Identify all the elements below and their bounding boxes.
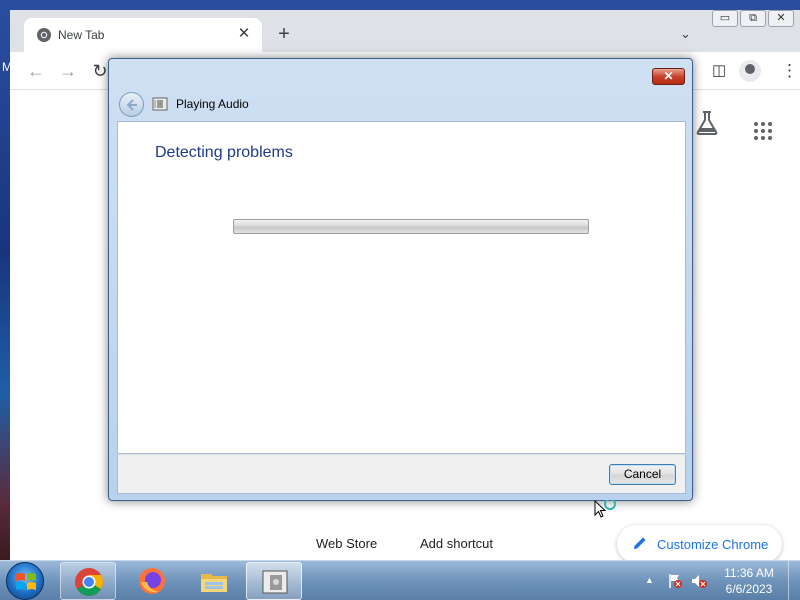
volume-muted-icon[interactable]: [691, 573, 707, 589]
labs-flask-icon[interactable]: [696, 110, 718, 136]
dialog-title: Playing Audio: [176, 97, 249, 111]
clock-time: 11:36 AM: [724, 566, 774, 580]
shortcut-add-shortcut[interactable]: Add shortcut: [420, 536, 493, 551]
chrome-menu-icon[interactable]: ⋮: [781, 61, 798, 81]
taskbar-file-explorer[interactable]: [186, 562, 242, 600]
troubleshooter-icon: [262, 570, 288, 594]
detection-progress-bar: [233, 219, 589, 234]
start-button[interactable]: [6, 562, 44, 600]
pencil-icon: [634, 537, 646, 549]
taskbar-chrome[interactable]: [60, 562, 116, 600]
taskbar-troubleshooter[interactable]: [246, 562, 302, 600]
back-arrow-icon: [126, 99, 137, 111]
customize-chrome-label: Customize Chrome: [657, 537, 769, 552]
window-close-icon[interactable]: ✕: [768, 10, 794, 27]
dialog-footer: Cancel: [117, 454, 686, 494]
firefox-icon: [139, 568, 165, 594]
chrome-icon: [75, 568, 103, 596]
google-apps-icon[interactable]: [754, 122, 774, 142]
file-explorer-icon: [201, 574, 227, 592]
reload-icon[interactable]: ↻: [90, 61, 110, 81]
minimize-icon[interactable]: ▭: [712, 10, 738, 27]
show-hidden-icons[interactable]: ▲: [645, 575, 654, 585]
side-panel-icon[interactable]: ◫: [712, 61, 726, 79]
tab-close-icon[interactable]: ✕: [234, 24, 254, 44]
dialog-content: Detecting problems: [117, 121, 686, 454]
tab-strip: New Tab ✕ + ⌄ ▭ ⧉ ✕: [10, 10, 800, 52]
restore-icon[interactable]: ⧉: [740, 10, 766, 27]
tab-title: New Tab: [58, 28, 105, 42]
windows-logo-icon: [16, 573, 36, 590]
dialog-heading: Detecting problems: [155, 144, 293, 161]
taskbar-clock[interactable]: 11:36 AM 6/6/2023: [714, 565, 784, 597]
shortcut-web-store[interactable]: Web Store: [316, 536, 377, 551]
window-controls: ▭ ⧉ ✕: [712, 10, 794, 28]
chrome-favicon-icon: [37, 28, 51, 42]
customize-chrome-button[interactable]: Customize Chrome: [617, 525, 782, 563]
troubleshooter-dialog: ✕ Playing Audio Detecting problems Cance…: [108, 58, 693, 501]
show-desktop-button[interactable]: [788, 561, 800, 600]
new-tab-button[interactable]: +: [274, 24, 294, 44]
dialog-close-button[interactable]: ✕: [652, 68, 685, 85]
troubleshooter-icon: [152, 97, 168, 111]
mouse-cursor-icon: [594, 500, 616, 518]
dialog-back-button[interactable]: [119, 92, 144, 117]
profile-avatar-icon[interactable]: [739, 60, 761, 82]
clock-date: 6/6/2023: [725, 582, 773, 596]
action-center-flag-icon[interactable]: [667, 573, 683, 589]
tab-new-tab[interactable]: New Tab ✕: [24, 18, 262, 52]
tab-search-icon[interactable]: ⌄: [680, 26, 696, 42]
cancel-button[interactable]: Cancel: [609, 464, 676, 485]
taskbar: ▲ 11:36 AM 6/6/2023: [0, 560, 800, 600]
taskbar-firefox[interactable]: [124, 562, 180, 600]
forward-icon[interactable]: →: [58, 61, 78, 81]
back-icon[interactable]: ←: [26, 61, 46, 81]
